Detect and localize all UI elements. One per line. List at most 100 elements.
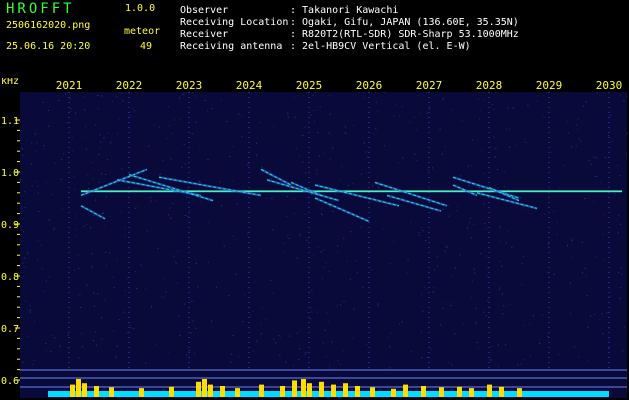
noise-dot bbox=[258, 249, 260, 251]
noise-dot bbox=[426, 113, 428, 114]
noise-dot bbox=[601, 313, 603, 315]
noise-dot bbox=[135, 178, 137, 180]
y-tick-label: 0.7 bbox=[1, 324, 19, 335]
noise-dot bbox=[467, 165, 469, 167]
noise-dot bbox=[581, 272, 583, 274]
noise-dot bbox=[491, 360, 493, 362]
noise-dot bbox=[363, 142, 365, 144]
noise-dot bbox=[626, 152, 627, 154]
noise-dot bbox=[155, 343, 157, 345]
noise-dot bbox=[569, 282, 571, 284]
noise-dot bbox=[599, 181, 601, 183]
noise-dot bbox=[286, 216, 288, 217]
noise-dot bbox=[355, 260, 357, 262]
noise-dot bbox=[498, 288, 500, 290]
noise-dot bbox=[493, 136, 495, 138]
noise-dot bbox=[36, 142, 38, 144]
noise-dot bbox=[342, 350, 344, 352]
noise-dot bbox=[530, 355, 532, 357]
noise-dot bbox=[622, 350, 624, 352]
noise-dot bbox=[226, 120, 228, 122]
noise-dot bbox=[483, 311, 485, 313]
noise-dot bbox=[544, 213, 546, 215]
noise-dot bbox=[578, 138, 580, 140]
noise-dot bbox=[306, 239, 308, 241]
noise-dot bbox=[328, 132, 330, 134]
noise-dot bbox=[595, 157, 597, 159]
noise-dot bbox=[133, 328, 135, 330]
x-tick-label: 2030 bbox=[596, 79, 623, 92]
noise-dot bbox=[234, 239, 236, 241]
noise-dot bbox=[450, 305, 452, 307]
noise-dot bbox=[174, 119, 176, 121]
location-label: Receiving Location bbox=[180, 17, 289, 28]
noise-dot bbox=[285, 361, 287, 363]
noise-dot bbox=[340, 178, 342, 180]
noise-dot bbox=[581, 242, 583, 243]
noise-dot bbox=[192, 92, 194, 93]
noise-dot bbox=[91, 266, 93, 268]
noise-dot bbox=[273, 338, 275, 340]
noise-dot bbox=[588, 160, 590, 162]
level-bar bbox=[208, 384, 213, 397]
noise-dot bbox=[256, 154, 258, 156]
y-tick-label: 0.9 bbox=[1, 220, 19, 231]
noise-dot bbox=[493, 109, 495, 110]
noise-dot bbox=[377, 305, 378, 306]
noise-dot bbox=[126, 332, 128, 334]
noise-dot bbox=[95, 331, 97, 333]
noise-dot bbox=[512, 107, 514, 109]
noise-dot bbox=[140, 264, 142, 266]
noise-dot bbox=[497, 344, 499, 346]
noise-dot bbox=[507, 107, 509, 109]
noise-dot bbox=[48, 219, 50, 221]
noise-dot bbox=[232, 235, 234, 237]
noise-dot bbox=[325, 262, 327, 264]
noise-dot bbox=[425, 288, 427, 290]
level-bar bbox=[391, 388, 396, 397]
noise-dot bbox=[401, 106, 403, 107]
noise-dot bbox=[501, 265, 503, 267]
noise-dot bbox=[279, 354, 281, 356]
spectrogram-plot: 2021 2022 2023 2024 2025 2026 2027 2028 2029 2030… bbox=[1, 78, 628, 398]
noise-dot bbox=[184, 215, 186, 216]
level-bar bbox=[403, 384, 408, 397]
noise-dot bbox=[329, 367, 330, 369]
noise-dot bbox=[58, 100, 60, 102]
noise-dot bbox=[86, 148, 87, 150]
noise-dot bbox=[278, 335, 280, 337]
noise-dot bbox=[346, 260, 348, 262]
noise-dot bbox=[172, 203, 174, 204]
level-bar bbox=[301, 379, 306, 397]
noise-dot bbox=[305, 352, 307, 354]
noise-dot bbox=[132, 107, 134, 109]
noise-dot bbox=[442, 307, 444, 309]
noise-dot bbox=[402, 157, 404, 159]
noise-dot bbox=[503, 186, 505, 188]
noise-dot bbox=[295, 116, 296, 118]
noise-dot bbox=[118, 118, 120, 120]
noise-dot bbox=[483, 203, 485, 205]
level-bar bbox=[139, 388, 144, 397]
noise-dot bbox=[410, 221, 412, 223]
noise-dot bbox=[427, 169, 429, 171]
noise-dot bbox=[421, 357, 423, 358]
noise-dot bbox=[250, 315, 251, 317]
meteor-label: meteor bbox=[124, 26, 161, 37]
noise-dot bbox=[585, 101, 587, 103]
noise-dot bbox=[487, 267, 489, 269]
noise-dot bbox=[619, 175, 621, 177]
level-bar bbox=[319, 381, 324, 397]
noise-dot bbox=[422, 230, 424, 231]
noise-dot bbox=[31, 185, 33, 187]
noise-dot bbox=[582, 105, 584, 107]
noise-dot bbox=[587, 326, 589, 328]
noise-dot bbox=[323, 249, 325, 251]
noise-dot bbox=[463, 323, 465, 325]
noise-dot bbox=[231, 353, 233, 355]
noise-dot bbox=[116, 346, 118, 347]
noise-dot bbox=[362, 286, 364, 288]
noise-dot bbox=[260, 324, 262, 326]
noise-dot bbox=[345, 133, 347, 134]
noise-dot bbox=[418, 234, 420, 236]
